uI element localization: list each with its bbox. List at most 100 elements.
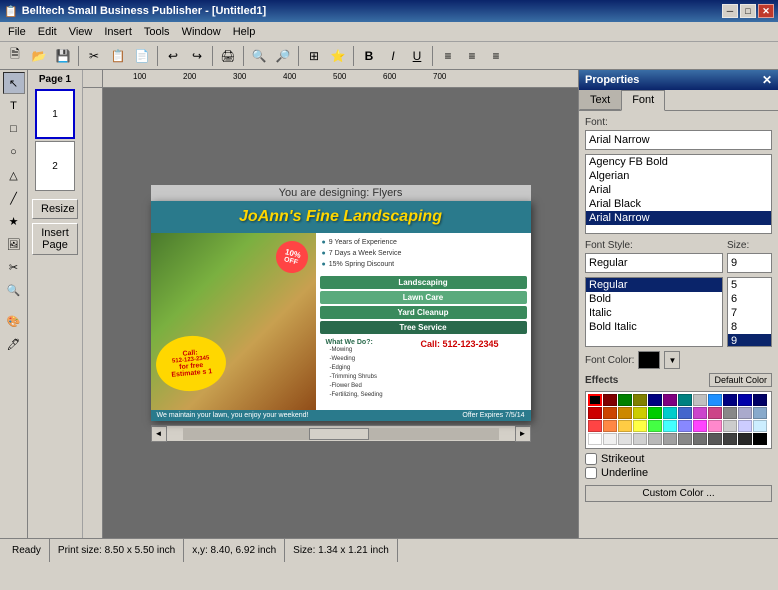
menu-insert[interactable]: Insert bbox=[98, 24, 138, 40]
palette-cell-gold[interactable] bbox=[618, 420, 632, 432]
text-tool[interactable]: T bbox=[3, 95, 25, 117]
palette-cell-lime-bright[interactable] bbox=[648, 420, 662, 432]
color-fill-tool[interactable]: 🎨 bbox=[3, 310, 25, 332]
palette-cell-pink-dark[interactable] bbox=[708, 407, 722, 419]
scroll-track[interactable] bbox=[183, 428, 499, 440]
style-item-regular[interactable]: Regular bbox=[586, 278, 722, 292]
palette-cell-darkgray[interactable] bbox=[723, 433, 737, 445]
crop-tool[interactable]: ✂ bbox=[3, 256, 25, 278]
style-item-bold[interactable]: Bold bbox=[586, 292, 722, 306]
align-center-button[interactable]: ≡ bbox=[461, 45, 483, 67]
scroll-right-arrow[interactable]: ► bbox=[515, 426, 531, 442]
select-tool[interactable]: ↖ bbox=[3, 72, 25, 94]
image-tool[interactable]: 🖼 bbox=[3, 233, 25, 255]
font-item-arial[interactable]: Arial bbox=[586, 183, 771, 197]
undo-button[interactable]: ↩ bbox=[162, 45, 184, 67]
triangle-tool[interactable]: △ bbox=[3, 164, 25, 186]
font-list[interactable]: Agency FB Bold Algerian Arial Arial Blac… bbox=[585, 154, 772, 234]
size-input[interactable] bbox=[727, 253, 772, 273]
menu-tools[interactable]: Tools bbox=[138, 24, 176, 40]
palette-cell-salmon[interactable] bbox=[603, 420, 617, 432]
palette-cell-lavender-light[interactable] bbox=[738, 420, 752, 432]
palette-cell-gray3[interactable] bbox=[678, 433, 692, 445]
palette-cell-gray2[interactable] bbox=[663, 433, 677, 445]
align-left-button[interactable]: ≡ bbox=[437, 45, 459, 67]
strikeout-checkbox[interactable] bbox=[585, 453, 597, 465]
canvas-scroll[interactable]: You are designing: Flyers JoAnn's Fine L… bbox=[103, 88, 578, 538]
style-list[interactable]: Regular Bold Italic Bold Italic bbox=[585, 277, 723, 347]
palette-cell-lightblue-gray[interactable] bbox=[753, 407, 767, 419]
service-btn-lawn[interactable]: Lawn Care bbox=[320, 291, 527, 304]
palette-cell-periwinkle[interactable] bbox=[678, 420, 692, 432]
color-border-tool[interactable]: 🖊 bbox=[3, 333, 25, 355]
palette-cell-darkblue[interactable] bbox=[753, 394, 767, 406]
align-right-button[interactable]: ≡ bbox=[485, 45, 507, 67]
minimize-button[interactable]: ─ bbox=[722, 4, 738, 18]
menu-edit[interactable]: Edit bbox=[32, 24, 63, 40]
menu-help[interactable]: Help bbox=[227, 24, 262, 40]
palette-cell-silver[interactable] bbox=[693, 394, 707, 406]
redo-button[interactable]: ↪ bbox=[186, 45, 208, 67]
tab-font[interactable]: Font bbox=[621, 90, 665, 111]
italic-button[interactable]: I bbox=[382, 45, 404, 67]
ellipse-tool[interactable]: ○ bbox=[3, 141, 25, 163]
bold-button[interactable]: B bbox=[358, 45, 380, 67]
style-item-bold-italic[interactable]: Bold Italic bbox=[586, 320, 722, 334]
star-tool[interactable]: ★ bbox=[3, 210, 25, 232]
palette-cell-navy[interactable] bbox=[648, 394, 662, 406]
menu-view[interactable]: View bbox=[63, 24, 99, 40]
horizontal-scrollbar[interactable]: ◄ ► bbox=[151, 425, 531, 441]
font-item-algerian[interactable]: Algerian bbox=[586, 169, 771, 183]
size-item-6[interactable]: 6 bbox=[728, 292, 771, 306]
palette-cell-gainsboro[interactable] bbox=[633, 433, 647, 445]
palette-cell-navy2[interactable] bbox=[723, 394, 737, 406]
palette-cell-gray5[interactable] bbox=[708, 433, 722, 445]
menu-file[interactable]: File bbox=[2, 24, 32, 40]
size-list[interactable]: 5 6 7 8 9 bbox=[727, 277, 772, 347]
palette-cell-orange-dark[interactable] bbox=[603, 407, 617, 419]
palette-cell-blue[interactable] bbox=[738, 394, 752, 406]
font-item-arial-narrow[interactable]: Arial Narrow bbox=[586, 211, 771, 225]
service-btn-yard[interactable]: Yard Cleanup bbox=[320, 306, 527, 319]
line-tool[interactable]: ╱ bbox=[3, 187, 25, 209]
table-button[interactable]: ⊞ bbox=[303, 45, 325, 67]
size-item-9[interactable]: 9 bbox=[728, 334, 771, 347]
palette-cell-cornblue[interactable] bbox=[678, 407, 692, 419]
insert-page-button[interactable]: Insert Page bbox=[32, 223, 78, 255]
underline-button[interactable]: U bbox=[406, 45, 428, 67]
menu-window[interactable]: Window bbox=[176, 24, 227, 40]
palette-cell-black-selected[interactable] bbox=[588, 394, 602, 406]
palette-cell-smoke[interactable] bbox=[618, 433, 632, 445]
size-item-5[interactable]: 5 bbox=[728, 278, 771, 292]
palette-cell-gray[interactable] bbox=[723, 407, 737, 419]
zoom-tool[interactable]: 🔍 bbox=[3, 279, 25, 301]
palette-cell-amber[interactable] bbox=[618, 407, 632, 419]
palette-cell-yellow-dark[interactable] bbox=[633, 407, 647, 419]
color-swatch[interactable] bbox=[638, 351, 660, 369]
properties-close-button[interactable]: ✕ bbox=[762, 73, 772, 87]
maximize-button[interactable]: □ bbox=[740, 4, 756, 18]
palette-cell-yellow[interactable] bbox=[633, 420, 647, 432]
font-item-arial-black[interactable]: Arial Black bbox=[586, 197, 771, 211]
default-color-button[interactable]: Default Color bbox=[709, 373, 772, 387]
palette-cell-cyan-dark[interactable] bbox=[663, 407, 677, 419]
page-thumb-2[interactable]: 2 bbox=[35, 141, 75, 191]
palette-cell-cyan[interactable] bbox=[663, 420, 677, 432]
palette-cell-darkred[interactable] bbox=[603, 394, 617, 406]
print-button[interactable]: 🖨 bbox=[217, 45, 239, 67]
save-button[interactable]: 💾 bbox=[52, 45, 74, 67]
scroll-left-arrow[interactable]: ◄ bbox=[151, 426, 167, 442]
zoom-in-button[interactable]: 🔍 bbox=[248, 45, 270, 67]
resize-button[interactable]: Resize bbox=[32, 199, 78, 219]
palette-cell-darkgreen[interactable] bbox=[618, 394, 632, 406]
palette-cell-purple[interactable] bbox=[663, 394, 677, 406]
palette-cell-lightred[interactable] bbox=[588, 420, 602, 432]
palette-cell-lime[interactable] bbox=[648, 407, 662, 419]
copy-button[interactable]: 📋 bbox=[107, 45, 129, 67]
font-item-agency[interactable]: Agency FB Bold bbox=[586, 155, 771, 169]
underline-checkbox[interactable] bbox=[585, 467, 597, 479]
star-button[interactable]: ⭐ bbox=[327, 45, 349, 67]
palette-cell-black2[interactable] bbox=[753, 433, 767, 445]
shape-tool[interactable]: □ bbox=[3, 118, 25, 140]
style-item-italic[interactable]: Italic bbox=[586, 306, 722, 320]
